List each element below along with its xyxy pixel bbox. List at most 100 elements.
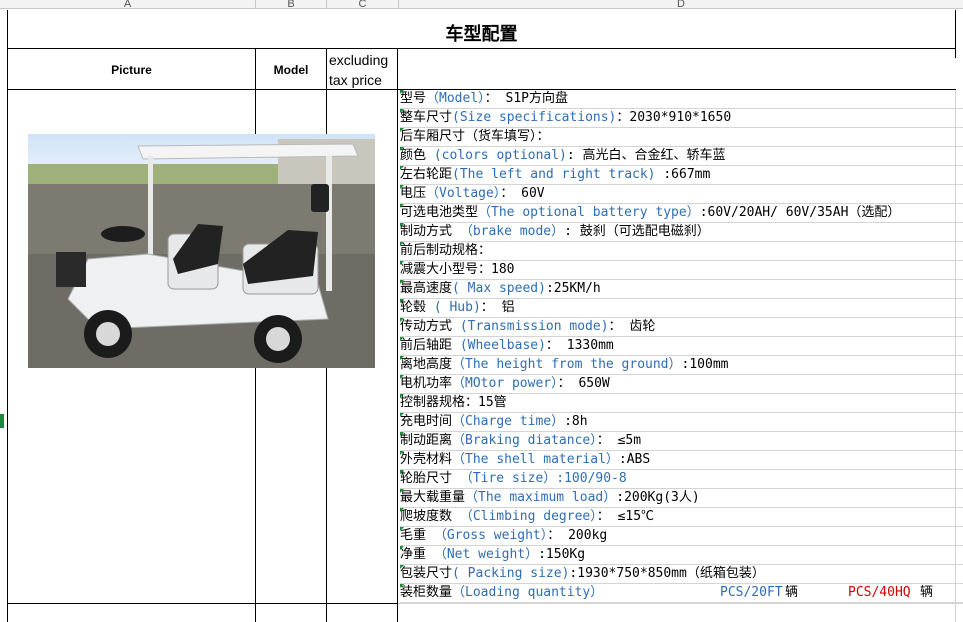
unit-40hq: 辆 [920,585,934,600]
spec-value: ≤5m [609,433,642,448]
spec-row[interactable]: 包装尺寸( Packing size):1930*750*850mm（纸箱包装） [400,565,963,584]
spec-label-en: （The shell material） [452,452,619,467]
spec-row[interactable]: 最大载重量（The maximum load）:200Kg(3人) [400,489,963,508]
spec-label-en: (The left and right track) [452,167,656,182]
spec-label-en: (Transmission mode) [459,319,609,334]
cell-marker-icon [400,375,404,379]
spec-label-en: （Net weight） [433,547,539,562]
column-header-c[interactable]: C [327,0,399,9]
spec-row[interactable]: 轮毂 ( Hub)： 铝 [400,299,963,318]
header-model[interactable]: Model [256,50,326,89]
loading-label: 装柜数量 [400,585,453,600]
spec-label: 外壳材料 [400,452,453,467]
spec-row[interactable]: 电压（Voltage）： 60V [400,185,963,204]
cell-marker-icon [400,413,404,417]
spec-row[interactable]: 充电时间（Charge time）:8h [400,413,963,432]
spec-separator: ： [547,528,561,543]
grid-line [955,90,956,622]
column-header-a[interactable]: A [0,0,256,9]
page-title: 车型配置 [445,24,518,45]
spec-label: 充电时间 [400,414,453,429]
table-right-border [955,10,956,58]
unit-20ft: 辆 [785,585,799,600]
spec-row[interactable]: 净重 （Net weight）:150Kg [400,546,963,565]
spec-row[interactable]: 型号（Model）： S1P方向盘 [400,90,963,109]
spec-row[interactable]: 前后制动规格： [400,242,963,261]
spec-row[interactable]: 离地高度（The height from the ground）:100mm [400,356,963,375]
cell-marker-icon [400,489,404,493]
spec-label-en: （Model） [426,91,485,106]
spec-label: 颜色 [400,148,434,163]
spec-row[interactable]: 左右轮距(The left and right track) :667mm [400,166,963,185]
pcs-20ft: PCS/20FT [720,585,783,600]
spec-label: 爬坡度数 [400,509,460,524]
table-left-border [7,10,8,622]
spec-value: :25KM/h [545,281,601,296]
spec-row-loading[interactable]: 装柜数量（Loading quantity） PCS/20FT 辆 PCS/40… [400,584,963,603]
spec-row[interactable]: 电机功率（MOtor power）： 650W [400,375,963,394]
spec-row[interactable]: 可选电池类型（The optional battery type）:60V/20… [400,204,963,223]
row-selection-marker [0,414,4,428]
spec-label-en: （Tire size）:100/90-8 [459,471,627,486]
spec-separator: ： [557,376,571,391]
spec-label-en: ( Max speed) [452,281,546,296]
cell-marker-icon [400,147,404,151]
header-picture[interactable]: Picture [8,50,255,89]
vehicle-photo[interactable] [28,134,375,368]
spec-separator: : [566,148,583,163]
spec-label-en: (Wheelbase) [459,338,546,353]
spec-label: 传动方式 [400,319,460,334]
cell-marker-icon [400,508,404,512]
cell-marker-icon [400,280,404,284]
spec-row[interactable]: 后车厢尺寸（货车填写）： [400,128,963,147]
spec-row[interactable]: 制动距离（Braking diatance）： ≤5m [400,432,963,451]
spec-label-en: （The maximum load） [465,490,617,505]
spec-label: 离地高度 [400,357,453,372]
header-price[interactable]: excluding tax price [329,50,397,89]
spec-value: :60V/20AH/ 60V/35AH（选配） [699,205,901,220]
spec-separator: : [564,224,572,239]
spec-label: 前后制动规格： [400,243,492,258]
spec-separator: ： [608,319,622,334]
spec-row[interactable]: 毛重 （Gross weight）： 200kg [400,527,963,546]
spec-label-en: （Climbing degree） [459,509,597,524]
spec-value: :667mm [655,167,711,182]
spec-label: 毛重 [400,528,434,543]
spec-row[interactable]: 轮胎尺寸 （Tire size）:100/90-8 [400,470,963,489]
spec-value: :150Kg [538,547,586,562]
column-header-d[interactable]: D [399,0,963,9]
spec-value: :200Kg(3人) [616,490,700,505]
spec-label: 电机功率 [400,376,453,391]
cell-marker-icon [400,546,404,550]
cell-marker-icon [400,166,404,170]
spec-label: 左右轮距 [400,167,453,182]
spec-row[interactable]: 爬坡度数 （Climbing degree）： ≤15℃ [400,508,963,527]
cell-marker-icon [400,109,404,113]
spec-value: 2030*910*1650 [629,110,732,125]
spec-separator: ： [596,509,610,524]
spec-value: :1930*750*850mm（纸箱包装） [569,566,765,581]
spec-separator: ： [616,110,630,125]
spec-value: ≤15℃ [609,509,655,524]
spec-label-en: （The optional battery type） [478,205,700,220]
spec-label-en: (Size specifications) [452,110,617,125]
spec-row[interactable]: 制动方式 （brake mode）: 鼓刹（可选配电磁刹） [400,223,963,242]
spec-row[interactable]: 控制器规格：15管 [400,394,963,413]
cell-marker-icon [400,470,404,474]
spec-row[interactable]: 减震大小型号：180 [400,261,963,280]
spec-row[interactable]: 前后轴距 (Wheelbase)： 1330mm [400,337,963,356]
spec-label-en: ( Hub) [433,300,481,315]
spec-row[interactable]: 颜色 (colors optional): 高光白、合金红、轿车蓝 [400,147,963,166]
spec-row[interactable]: 整车尺寸(Size specifications)：2030*910*1650 [400,109,963,128]
spec-value: :100mm [681,357,729,372]
spec-label-en: （Braking diatance） [452,433,597,448]
spec-value: 鼓刹（可选配电磁刹） [571,224,710,239]
spec-separator: ： [484,91,498,106]
spec-row[interactable]: 外壳材料（The shell material）:ABS [400,451,963,470]
cell-marker-icon [400,318,404,322]
spec-row[interactable]: 传动方式 (Transmission mode)： 齿轮 [400,318,963,337]
header-price-line1: excluding [329,52,389,68]
spec-value: 180 [491,262,515,277]
column-header-b[interactable]: B [256,0,327,9]
spec-row[interactable]: 最高速度( Max speed):25KM/h [400,280,963,299]
